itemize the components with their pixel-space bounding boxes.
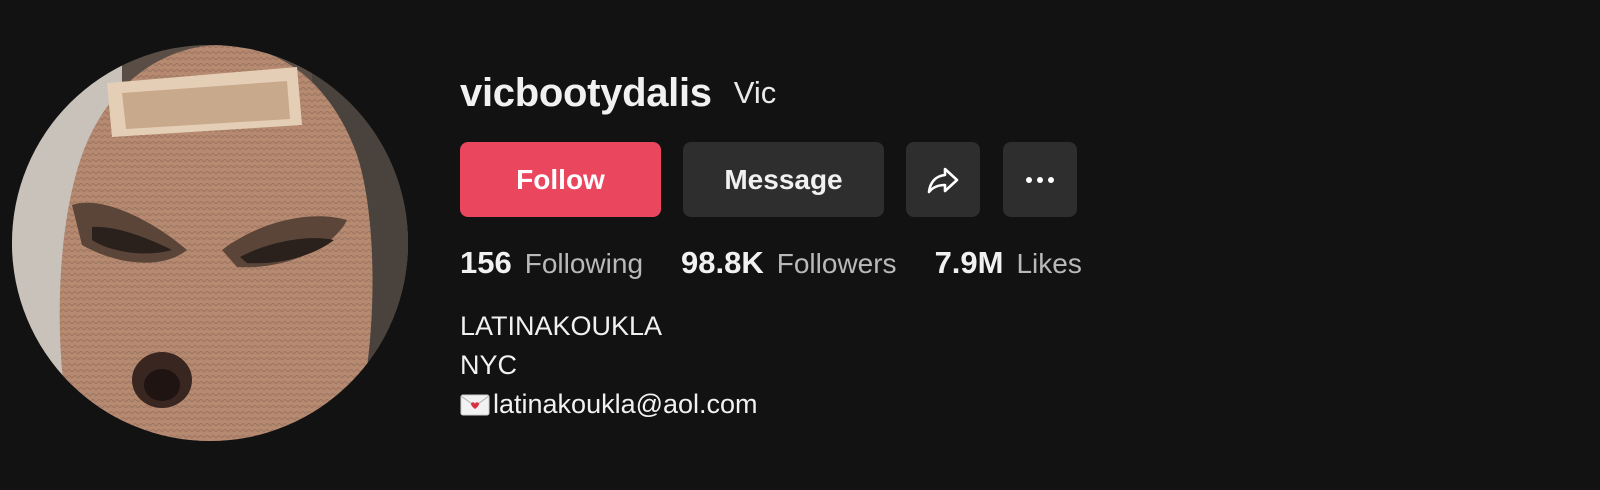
profile-stats: 156 Following 98.8K Followers 7.9M Likes: [460, 240, 1120, 286]
stat-following[interactable]: 156 Following: [460, 245, 643, 281]
profile-info: vicbootydalis Vic Follow Message 156 Fol…: [460, 0, 1560, 490]
more-horizontal-icon: [1026, 176, 1054, 183]
message-button[interactable]: Message: [683, 142, 884, 217]
follow-button[interactable]: Follow: [460, 142, 661, 217]
love-letter-envelope-icon: [460, 394, 490, 415]
bio-line: LATINAKOUKLA: [460, 311, 663, 341]
bio-line: NYC: [460, 350, 518, 380]
bio-email: latinakoukla@aol.com: [493, 389, 758, 419]
name-row: vicbootydalis Vic: [460, 68, 776, 118]
more-options-button[interactable]: [1003, 142, 1077, 217]
following-count: 156: [460, 245, 512, 280]
likes-count: 7.9M: [934, 245, 1004, 280]
profile-bio: LATINAKOUKLA NYC latinakoukla@aol.com: [460, 307, 758, 424]
stat-likes: 7.9M Likes: [935, 245, 1082, 281]
share-arrow-icon: [927, 167, 959, 193]
stat-followers[interactable]: 98.8K Followers: [681, 245, 897, 281]
avatar-image: [12, 45, 408, 441]
username: vicbootydalis: [460, 70, 712, 115]
following-label: Following: [524, 248, 644, 279]
nickname: Vic: [733, 75, 777, 110]
profile-avatar[interactable]: [12, 45, 408, 441]
share-button[interactable]: [906, 142, 980, 217]
bio-email-line: latinakoukla@aol.com: [460, 385, 758, 424]
likes-label: Likes: [1016, 248, 1082, 279]
followers-label: Followers: [776, 248, 897, 279]
followers-count: 98.8K: [681, 245, 764, 280]
